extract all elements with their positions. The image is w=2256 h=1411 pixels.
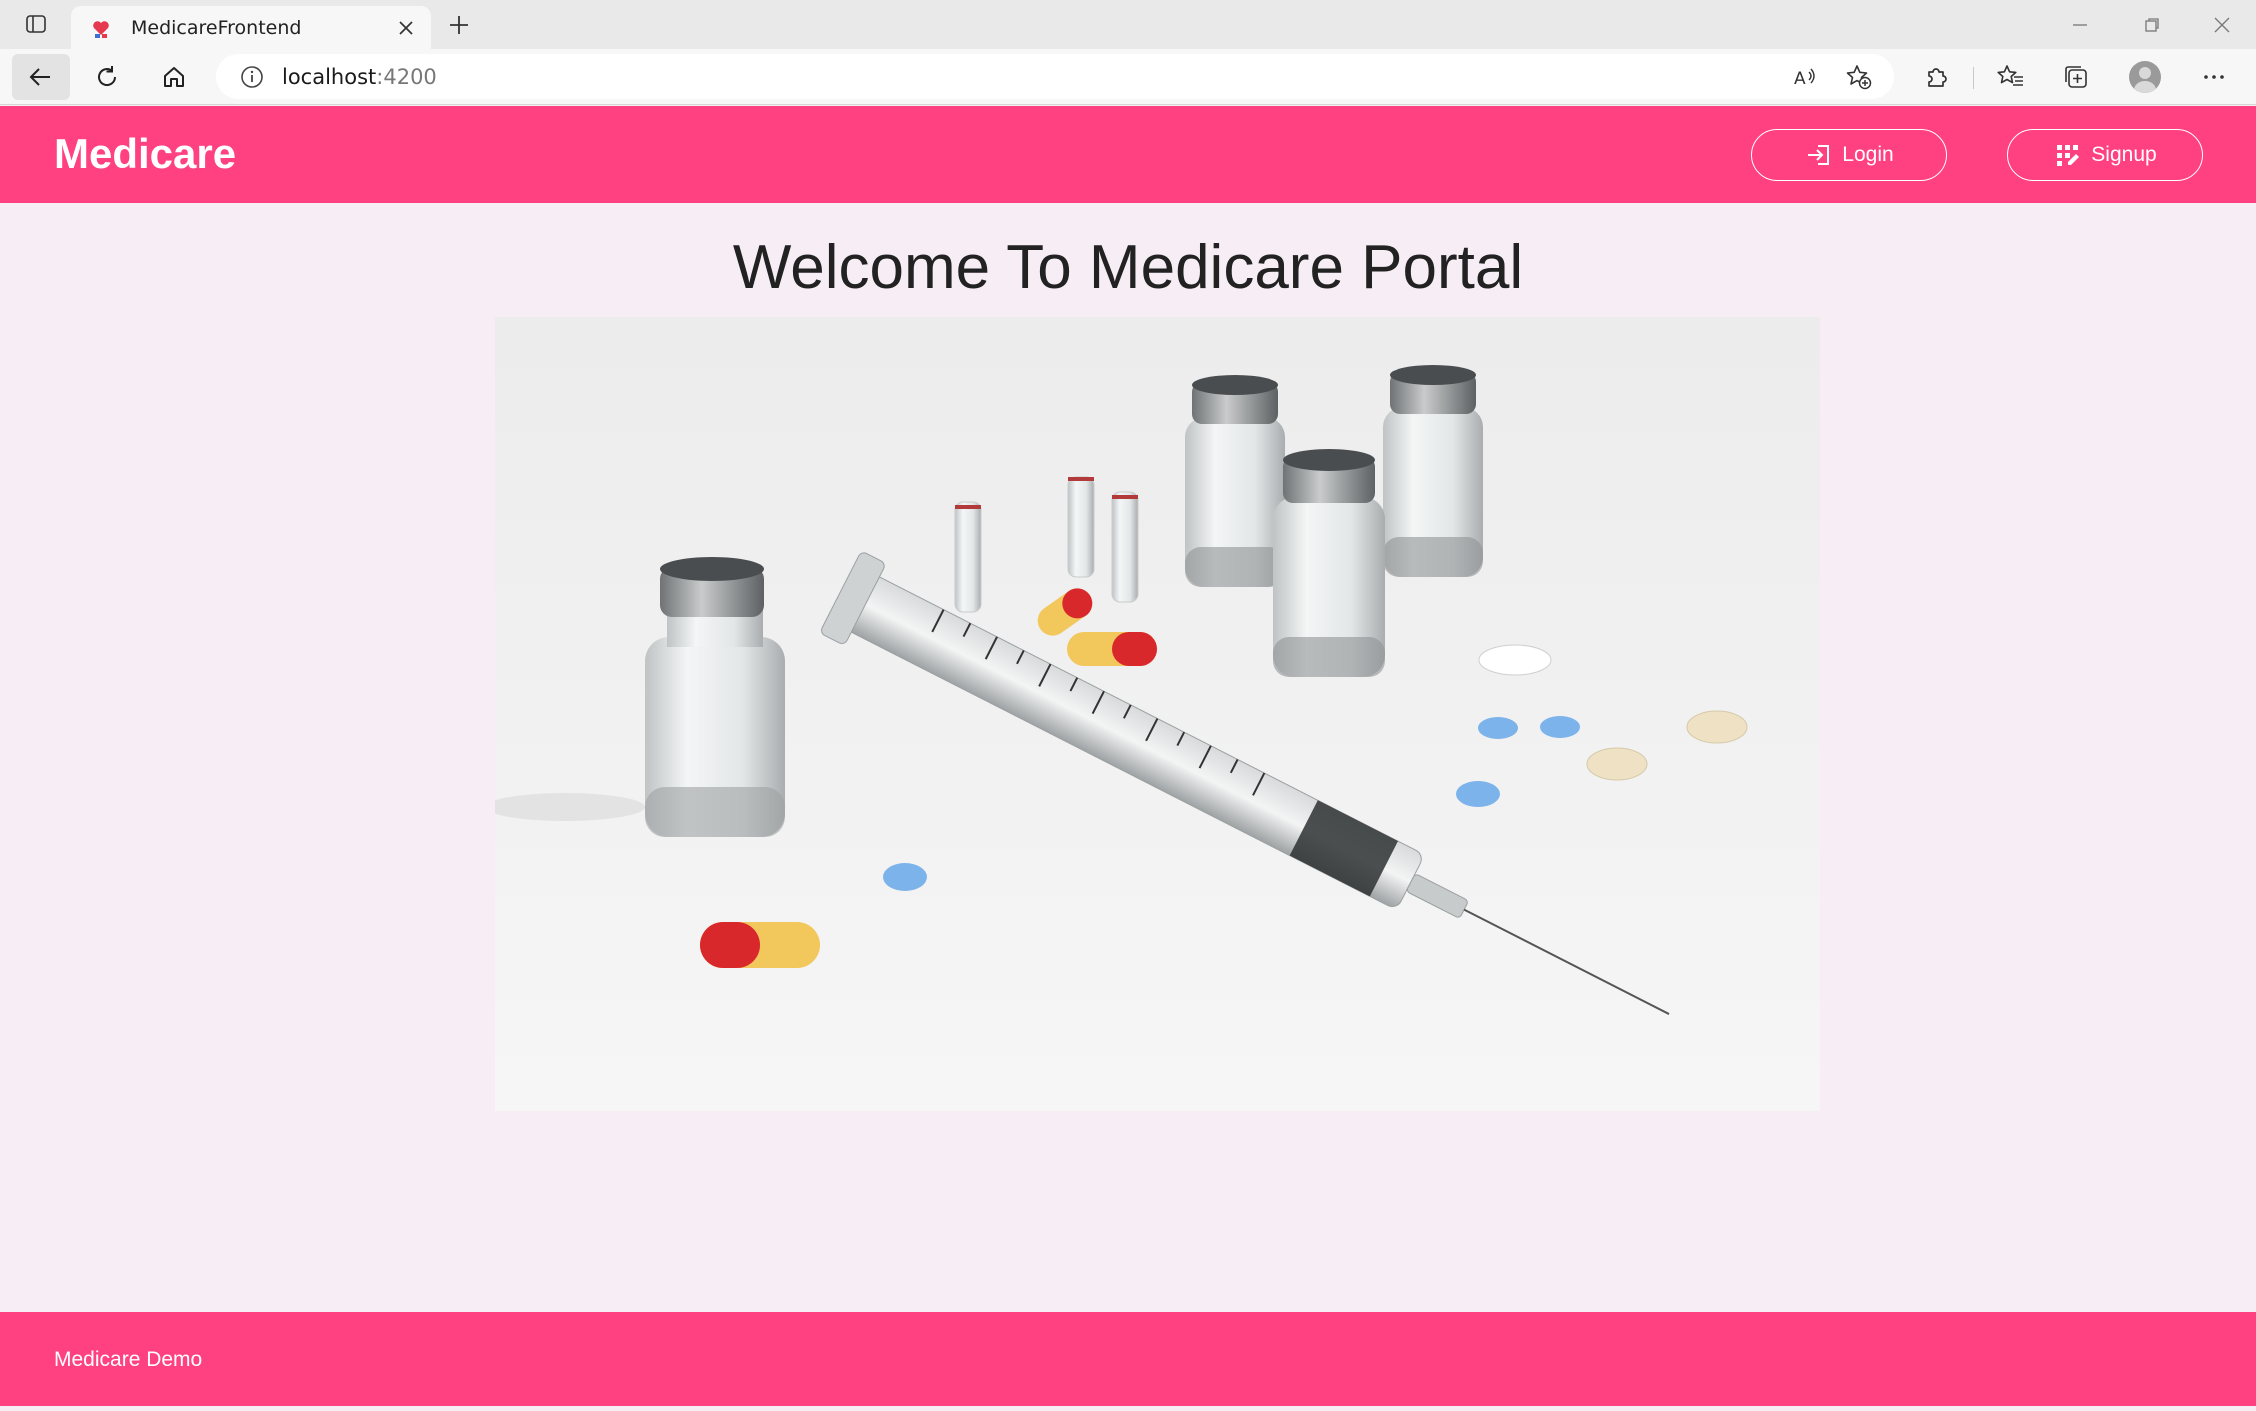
read-aloud-icon[interactable]: A [1790,62,1820,92]
medical-supplies-illustration [495,317,1820,1111]
back-arrow-icon[interactable] [12,54,70,100]
info-icon[interactable] [238,63,266,91]
more-icon[interactable] [2194,57,2234,97]
restore-icon[interactable] [2137,10,2167,40]
sidebar-toggle-icon[interactable] [22,10,50,38]
browser-toolbar: localhost:4200 A [0,49,2256,105]
favicon-icon [89,16,113,40]
address-text: localhost:4200 [282,65,437,89]
app-footer: Medicare Demo [0,1312,2256,1406]
address-bar[interactable]: localhost:4200 A [216,54,1894,99]
close-icon[interactable] [393,15,419,41]
toolbar-divider [1973,67,1974,89]
collections-icon[interactable] [2056,57,2096,97]
address-host: localhost [282,64,377,89]
login-icon [1804,140,1834,170]
svg-text:A: A [1794,69,1806,89]
home-icon[interactable] [145,54,203,100]
signup-button[interactable]: Signup [2007,129,2203,181]
footer-text: Medicare Demo [54,1348,203,1371]
avatar [2129,61,2161,93]
page-title: Welcome To Medicare Portal [732,233,1524,302]
signup-icon [2053,140,2083,170]
plus-icon[interactable] [444,10,474,40]
login-label: Login [1842,143,1894,166]
browser-tab-bar: MedicareFrontend [0,0,2256,49]
extensions-icon[interactable] [1917,57,1957,97]
close-icon[interactable] [2207,10,2237,40]
profile-icon[interactable] [2125,57,2165,97]
app-header: Medicare Login Signup [0,106,2256,203]
add-favorite-icon[interactable] [1844,62,1874,92]
address-port: :4200 [376,64,437,89]
minimize-icon[interactable] [2065,10,2095,40]
signup-label: Signup [2091,143,2157,166]
tab-title: MedicareFrontend [131,16,302,39]
brand-logo[interactable]: Medicare [54,130,236,178]
hero-image [495,317,1820,1111]
browser-tab[interactable]: MedicareFrontend [71,6,431,49]
login-button[interactable]: Login [1751,129,1947,181]
favorites-icon[interactable] [1991,57,2031,97]
refresh-icon[interactable] [78,54,136,100]
